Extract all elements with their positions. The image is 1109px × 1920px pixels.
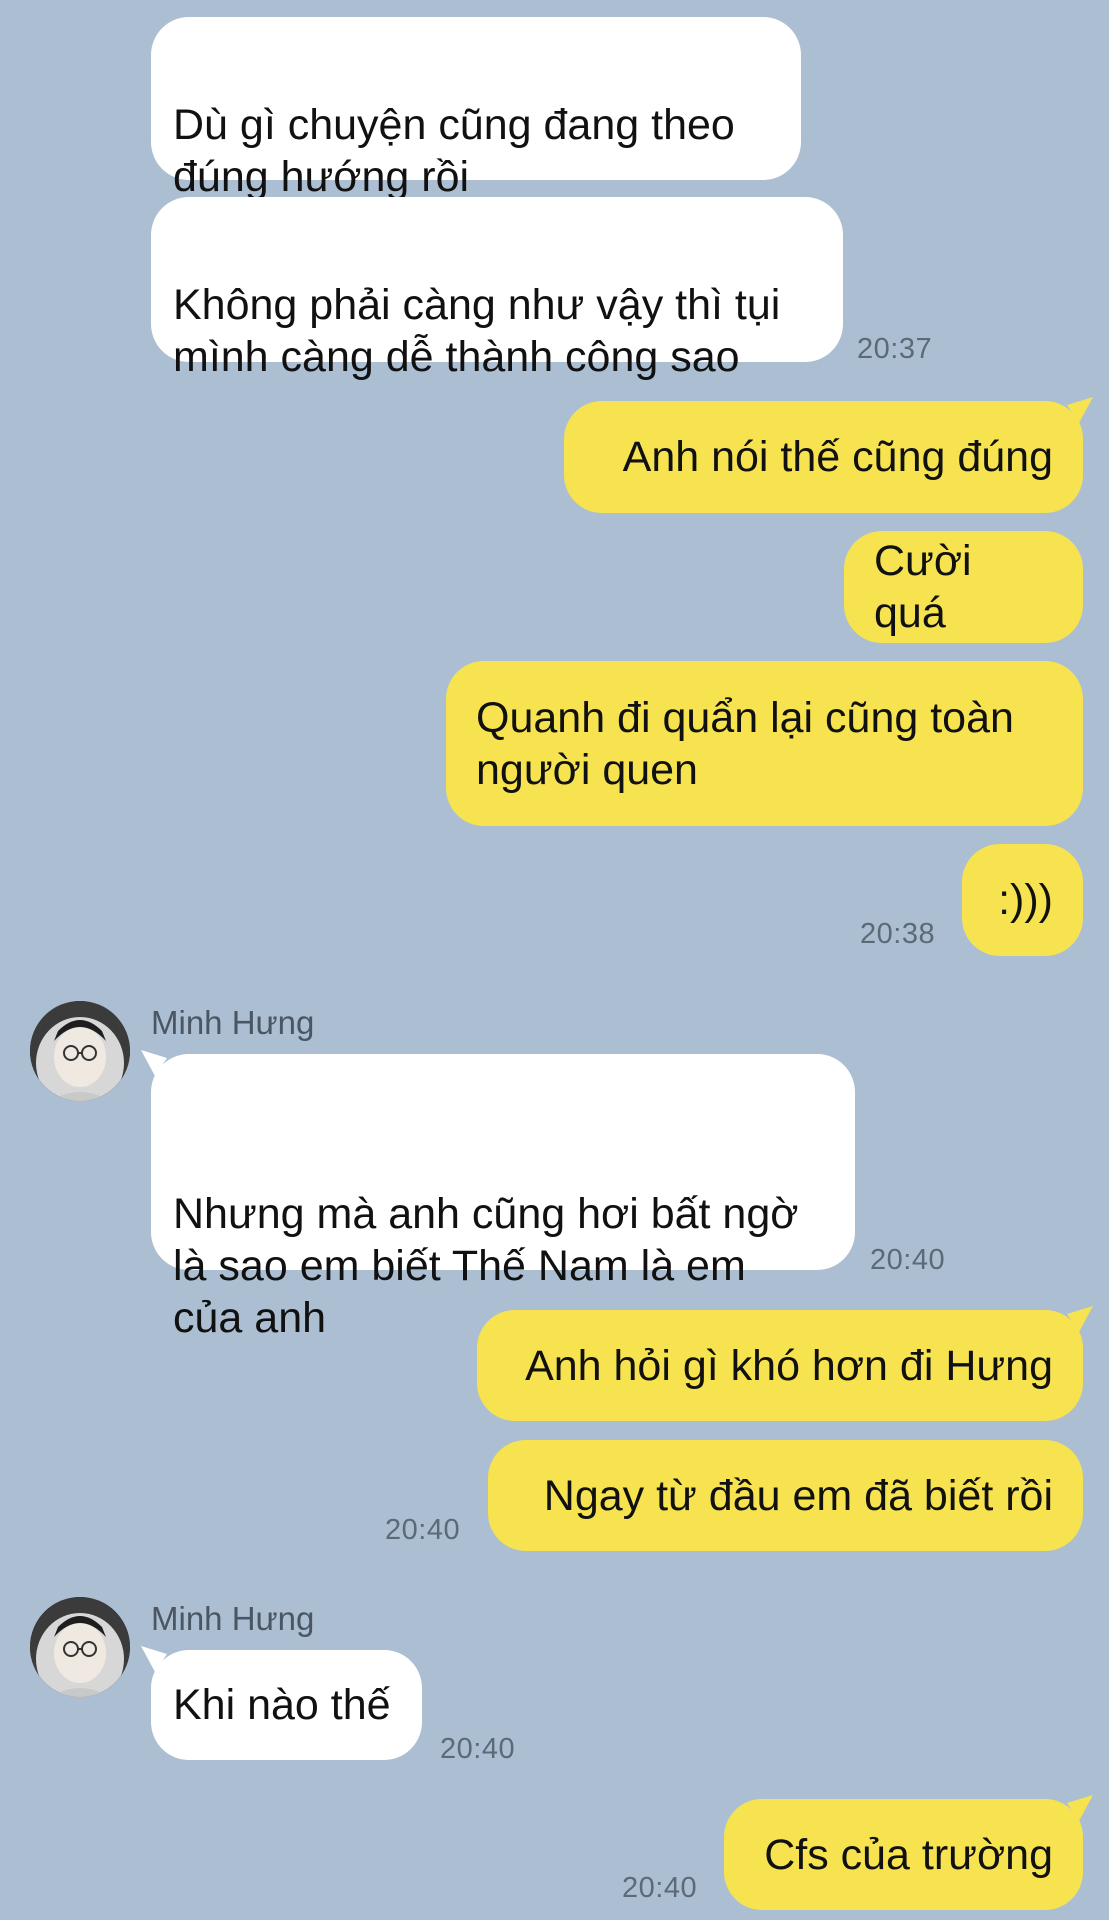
message-timestamp: 20:40 xyxy=(870,1244,946,1276)
user-avatar-photo-icon xyxy=(30,1001,130,1101)
chat-thread[interactable]: Dù gì chuyện cũng đang theo đúng hướng r… xyxy=(0,0,1109,1920)
sender-avatar[interactable] xyxy=(30,1597,130,1697)
message-timestamp: 20:37 xyxy=(857,333,933,365)
message-timestamp: 20:40 xyxy=(385,1514,461,1546)
received-message[interactable]: Không phải càng như vậy thì tụi mình càn… xyxy=(151,197,843,381)
message-text: Cfs của trường xyxy=(764,1830,1053,1879)
message-text: Ngay từ đầu em đã biết rồi xyxy=(543,1471,1053,1520)
bubble-tail xyxy=(1067,397,1093,423)
sent-message[interactable]: Ngay từ đầu em đã biết rồi xyxy=(488,1440,1083,1551)
bubble-tail xyxy=(141,1646,167,1672)
message-timestamp: 20:38 xyxy=(860,918,936,950)
message-text: Anh hỏi gì khó hơn đi Hưng xyxy=(525,1341,1053,1390)
sent-message[interactable]: Cfs của trường xyxy=(724,1795,1093,1910)
sent-message[interactable]: :))) xyxy=(962,844,1083,956)
message-text: Không phải càng như vậy thì tụi mình càn… xyxy=(173,281,781,381)
sent-message[interactable]: Quanh đi quẩn lại cũng toàn người quen xyxy=(446,661,1083,826)
message-timestamp: 20:40 xyxy=(440,1733,516,1765)
sent-message[interactable]: Anh hỏi gì khó hơn đi Hưng xyxy=(477,1306,1093,1421)
bubble-tail xyxy=(1067,1306,1093,1332)
sent-message[interactable]: Anh nói thế cũng đúng xyxy=(564,397,1093,513)
sender-name: Minh Hưng xyxy=(151,1004,315,1041)
sender-name: Minh Hưng xyxy=(151,1600,315,1637)
received-message[interactable]: Khi nào thế xyxy=(141,1646,422,1760)
message-text: Khi nào thế xyxy=(173,1681,391,1729)
received-message[interactable]: Dù gì chuyện cũng đang theo đúng hướng r… xyxy=(151,17,801,201)
message-text: :))) xyxy=(998,876,1053,924)
user-avatar-photo-icon xyxy=(30,1597,130,1697)
bubble-tail xyxy=(141,1050,167,1076)
message-text: Dù gì chuyện cũng đang theo đúng hướng r… xyxy=(173,101,735,201)
message-timestamp: 20:40 xyxy=(622,1872,698,1904)
bubble-tail xyxy=(1067,1795,1093,1821)
sent-message[interactable]: Cười quá xyxy=(844,531,1083,643)
received-message[interactable]: Nhưng mà anh cũng hơi bất ngờ là sao em … xyxy=(141,1050,855,1342)
message-text: Anh nói thế cũng đúng xyxy=(622,433,1053,481)
message-text: Cười quá xyxy=(874,537,972,637)
message-text: Quanh đi quẩn lại cũng toàn người quen xyxy=(476,693,1014,794)
sender-avatar[interactable] xyxy=(30,1001,130,1101)
